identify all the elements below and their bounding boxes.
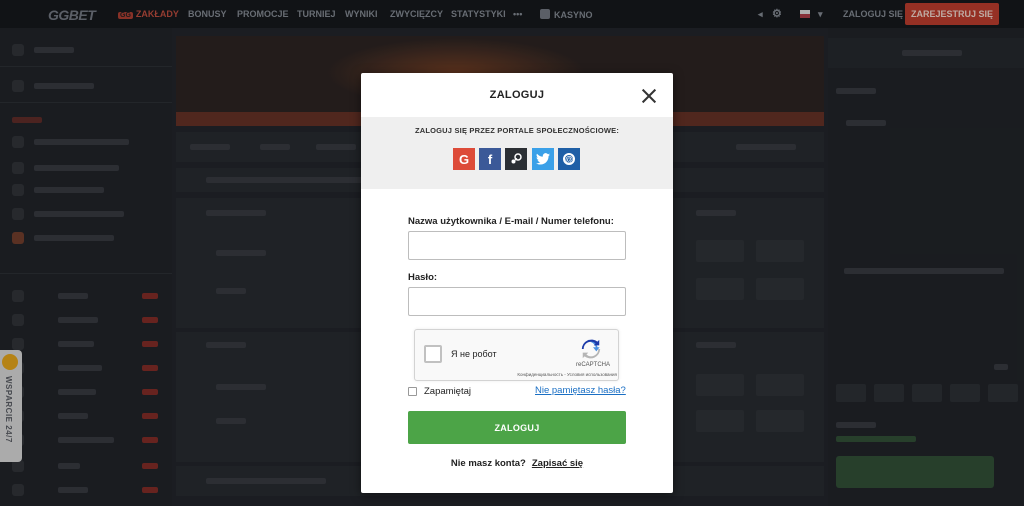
password-label: Hasło:: [408, 272, 438, 283]
signup-link[interactable]: Zapisać się: [532, 458, 583, 469]
no-account-text: Nie masz konta?: [450, 458, 526, 469]
forgot-password-link[interactable]: Nie pamiętasz hasła?: [535, 385, 626, 396]
mailru-icon[interactable]: @: [558, 148, 580, 170]
google-icon[interactable]: G: [453, 148, 475, 170]
remember-label: Zapamiętaj: [424, 386, 471, 397]
recaptcha-links[interactable]: Конфиденциальность - Условия использован…: [507, 372, 617, 377]
twitter-icon[interactable]: [532, 148, 554, 170]
social-login-section: ZALOGUJ SIĘ PRZEZ PORTALE SPOŁECZNOŚCIOW…: [361, 117, 673, 189]
close-icon[interactable]: [641, 88, 657, 104]
remember-checkbox[interactable]: [408, 387, 417, 396]
login-submit-button[interactable]: ZALOGUJ: [408, 411, 626, 444]
recaptcha-checkbox[interactable]: [424, 345, 442, 363]
modal-title: ZALOGUJ: [489, 89, 545, 101]
remember-me[interactable]: Zapamiętaj: [408, 386, 471, 397]
recaptcha-widget: Я не робот reCAPTCHA Конфиденциальность …: [414, 329, 619, 381]
no-account-row: Nie masz konta? Zapisać się: [361, 458, 673, 469]
facebook-icon[interactable]: f: [479, 148, 501, 170]
recaptcha-label: Я не робот: [451, 349, 497, 359]
steam-icon[interactable]: [505, 148, 527, 170]
username-input[interactable]: [408, 231, 626, 260]
recaptcha-icon: [581, 339, 601, 359]
login-modal: ZALOGUJ ZALOGUJ SIĘ PRZEZ PORTALE SPOŁEC…: [361, 73, 673, 493]
social-title: ZALOGUJ SIĘ PRZEZ PORTALE SPOŁECZNOŚCIOW…: [414, 126, 620, 135]
password-input[interactable]: [408, 287, 626, 316]
page: GGBET GG ZAKŁADY BONUSY PROMOCJE TURNIEJ …: [0, 0, 1024, 506]
username-label: Nazwa użytkownika / E-mail / Numer telef…: [408, 216, 614, 227]
recaptcha-brand: reCAPTCHA: [575, 362, 610, 368]
